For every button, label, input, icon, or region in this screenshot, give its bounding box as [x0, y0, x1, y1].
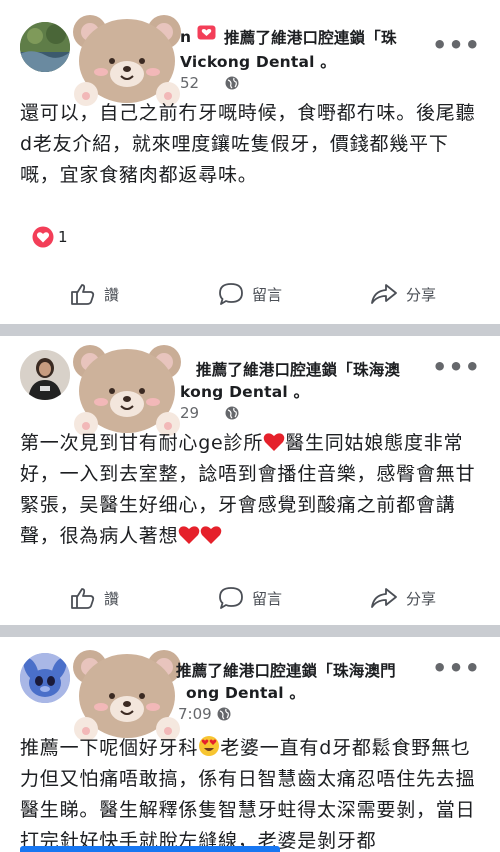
red-heart-emoji-icon	[263, 433, 285, 451]
comment-label: 留言	[252, 589, 283, 608]
recommends-text-line2[interactable]: ong Dental 。	[186, 681, 305, 703]
bear-sticker-icon	[73, 650, 181, 741]
share-button[interactable]: 分享	[370, 578, 436, 618]
like-button[interactable]: 讚	[70, 274, 119, 314]
reactions-summary[interactable]: 1	[32, 226, 68, 248]
globe-icon	[225, 406, 239, 420]
reaction-count: 1	[58, 228, 68, 246]
recommends-text[interactable]: 推薦了維港口腔連鎖「珠海澳門	[176, 659, 396, 681]
review-text: 第一次見到甘有耐心ge診所 醫生同姑娘態度非常好，一入到去室整，諗唔到會播住音樂，…	[20, 428, 480, 552]
post-separator	[0, 625, 500, 637]
post-time[interactable]: 7:09	[178, 705, 212, 723]
like-button[interactable]: 讚	[70, 578, 119, 618]
like-label: 讚	[104, 589, 120, 608]
comment-button[interactable]: 留言	[218, 274, 282, 314]
share-button[interactable]: 分享	[370, 274, 436, 314]
more-options-icon[interactable]: •••	[432, 355, 481, 379]
review-text: 推薦一下呢個好牙科 老婆一直有d牙都鬆食野無乜力但又怕痛唔敢搞，係有日智慧齒太痛忍…	[20, 733, 480, 852]
recommend-badge-icon	[197, 25, 216, 40]
red-heart-emoji-icon	[179, 526, 200, 544]
review-text-part: 推薦一下呢個好牙科	[20, 737, 199, 759]
red-heart-emoji-icon	[201, 526, 222, 544]
recommends-text[interactable]: 推薦了維港口腔連鎖「珠海澳	[196, 358, 400, 380]
thumbs-up-icon	[71, 588, 95, 609]
share-icon	[371, 588, 397, 608]
comment-icon	[219, 283, 243, 305]
share-label: 分享	[406, 589, 437, 608]
author-name-fragment[interactable]: n	[180, 28, 191, 46]
review-text-part: 第一次見到甘有耐心ge診所	[20, 432, 264, 454]
comment-icon	[219, 587, 243, 609]
review-text: 還可以，自己之前冇牙嘅時候，食嘢都冇味。後尾聽d老友介紹，就來哩度鑲咗隻假牙，價…	[20, 102, 476, 186]
thumbs-up-icon	[71, 284, 95, 305]
avatar[interactable]	[20, 22, 70, 72]
bottom-tab-indicator	[20, 846, 280, 852]
post-separator	[0, 324, 500, 336]
recommends-text-line2[interactable]: kong Dental 。	[180, 380, 309, 402]
recommends-text-line2[interactable]: Vickong Dental 。	[180, 50, 336, 72]
avatar[interactable]	[20, 350, 70, 400]
action-bar: 讚 留言 分享	[0, 274, 500, 314]
review-post-2: 推薦了維港口腔連鎖「珠海澳 kong Dental 。 29 ••• 第一次見到…	[0, 336, 500, 625]
globe-icon	[217, 707, 231, 721]
heart-eyes-emoji-icon	[199, 736, 220, 756]
more-options-icon[interactable]: •••	[432, 33, 481, 57]
more-options-icon[interactable]: •••	[432, 656, 481, 680]
like-label: 讚	[104, 285, 120, 304]
globe-icon	[225, 76, 239, 90]
action-bar: 讚 留言 分享	[0, 578, 500, 618]
bear-sticker-icon	[73, 345, 181, 436]
post-time[interactable]: 52	[180, 74, 199, 92]
avatar[interactable]	[20, 653, 70, 703]
comment-button[interactable]: 留言	[218, 578, 282, 618]
post-time[interactable]: 29	[180, 404, 199, 422]
share-icon	[371, 284, 397, 304]
review-post-3: 推薦了維港口腔連鎖「珠海澳門 ong Dental 。 7:09 ••• 推薦一…	[0, 637, 500, 852]
comment-label: 留言	[252, 285, 283, 304]
share-label: 分享	[406, 285, 437, 304]
heart-reaction-icon	[32, 226, 54, 248]
recommends-text[interactable]: 推薦了維港口腔連鎖「珠	[224, 26, 397, 48]
review-post-1: n 推薦了維港口腔連鎖「珠 Vickong Dental 。 52 ••• 還可…	[0, 0, 500, 324]
bear-sticker-icon	[73, 15, 181, 106]
